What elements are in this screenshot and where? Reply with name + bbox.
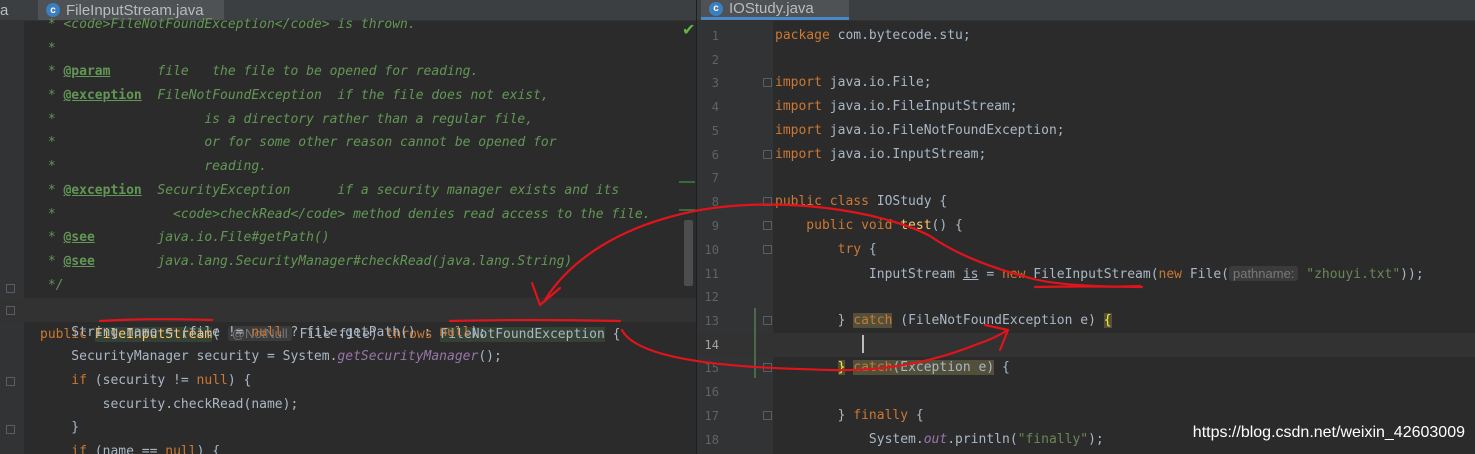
arrow-to-catch — [620, 328, 1010, 372]
red-annotation-overlay — [98, 203, 1144, 372]
underline-exception — [448, 318, 622, 323]
watermark: https://blog.csdn.net/weixin_42603009 — [1192, 424, 1465, 441]
underline-new — [1033, 285, 1144, 289]
underline-constructor — [98, 318, 214, 323]
